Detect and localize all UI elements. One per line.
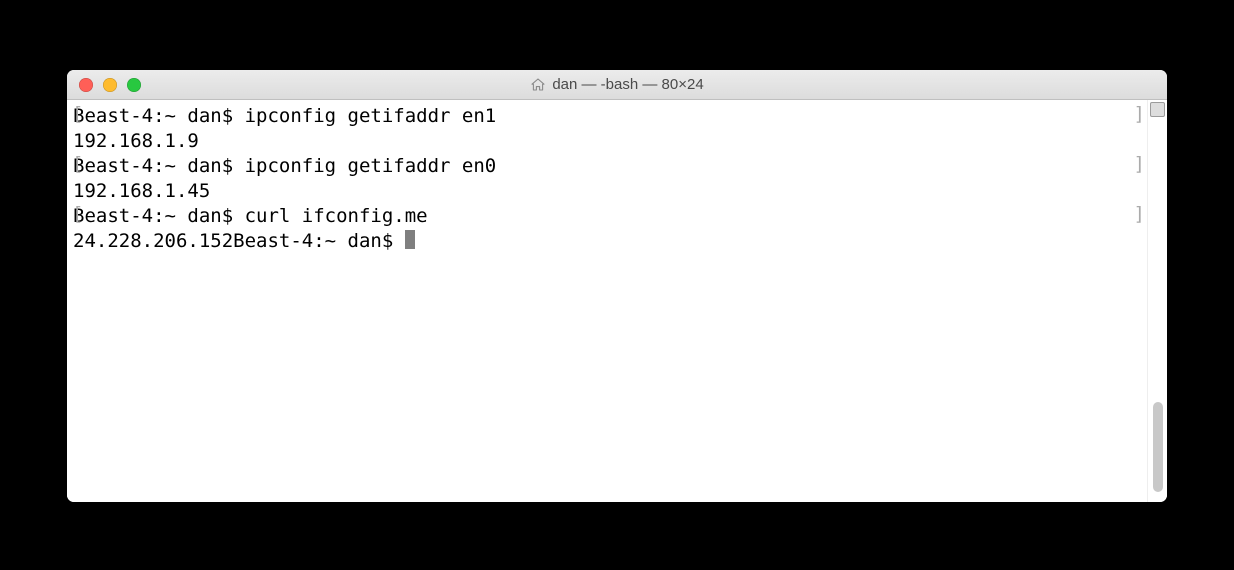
zoom-icon[interactable] bbox=[127, 78, 141, 92]
terminal-line: 24.228.206.152Beast-4:~ dan$ bbox=[73, 229, 1141, 254]
traffic-lights bbox=[67, 78, 141, 92]
tab-button[interactable] bbox=[1150, 102, 1165, 117]
window-title: dan — -bash — 80×24 bbox=[67, 76, 1167, 93]
terminal-line: 192.168.1.9 bbox=[73, 129, 1141, 154]
scrollbar-thumb[interactable] bbox=[1153, 402, 1163, 492]
home-icon bbox=[530, 77, 546, 93]
titlebar[interactable]: dan — -bash — 80×24 bbox=[67, 70, 1167, 100]
right-gutter bbox=[1147, 100, 1167, 502]
close-icon[interactable] bbox=[79, 78, 93, 92]
minimize-icon[interactable] bbox=[103, 78, 117, 92]
terminal-line: Beast-4:~ dan$ ipconfig getifaddr en0 bbox=[73, 154, 1141, 179]
terminal-line: 192.168.1.45 bbox=[73, 179, 1141, 204]
terminal-line: Beast-4:~ dan$ ipconfig getifaddr en1 bbox=[73, 104, 1141, 129]
cursor-icon bbox=[405, 230, 415, 249]
terminal-surface[interactable]: Beast-4:~ dan$ ipconfig getifaddr en1192… bbox=[67, 100, 1147, 502]
terminal-line: Beast-4:~ dan$ curl ifconfig.me bbox=[73, 204, 1141, 229]
window-title-text: dan — -bash — 80×24 bbox=[552, 76, 703, 93]
terminal-window: dan — -bash — 80×24 Beast-4:~ dan$ ipcon… bbox=[67, 70, 1167, 502]
